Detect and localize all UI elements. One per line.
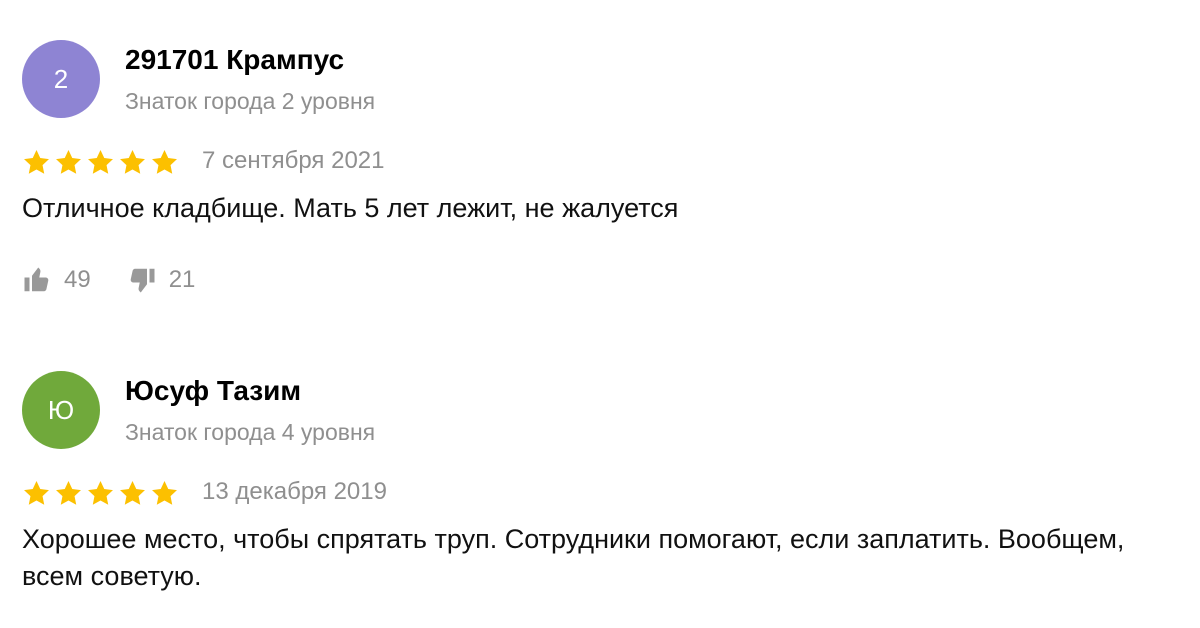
review-card: Ю Юсуф Тазим Знаток города 4 уровня 13 д… (22, 371, 1182, 595)
star-icon (152, 480, 177, 505)
review-card: 2 291701 Крампус Знаток города 2 уровня … (22, 40, 1182, 297)
author-level: Знаток города 4 уровня (125, 419, 376, 445)
thumbs-up-icon (24, 267, 49, 292)
review-date: 7 сентября 2021 (202, 147, 385, 174)
like-button[interactable]: 49 (22, 265, 91, 295)
review-text: Хорошее место, чтобы спрятать труп. Сотр… (22, 524, 1125, 591)
review-header: 2 291701 Крампус Знаток города 2 уровня (22, 40, 1182, 120)
rating-stars (22, 148, 179, 175)
review-meta: 13 декабря 2019 (22, 477, 1182, 507)
author-name[interactable]: 291701 Крампус (125, 42, 375, 78)
rating-stars (22, 479, 179, 506)
like-count: 49 (64, 266, 91, 293)
star-icon (24, 480, 49, 505)
review-reactions: 49 21 (22, 263, 1182, 297)
thumbs-down-icon (130, 268, 155, 293)
star-icon (24, 149, 49, 174)
star-icon (88, 149, 113, 174)
star-icon (56, 149, 81, 174)
author-info: 291701 Крампус Знаток города 2 уровня (125, 40, 375, 116)
star-icon (152, 149, 177, 174)
review-text: Отличное кладбище. Мать 5 лет лежит, не … (22, 193, 679, 223)
dislike-count: 21 (168, 266, 196, 293)
review-meta: 7 сентября 2021 (22, 146, 1182, 176)
avatar[interactable]: 2 (22, 40, 100, 118)
review-header: Ю Юсуф Тазим Знаток города 4 уровня (22, 371, 1182, 451)
author-info: Юсуф Тазим Знаток города 4 уровня (125, 371, 375, 447)
star-icon (120, 149, 145, 174)
star-icon (88, 480, 113, 505)
star-icon (56, 480, 81, 505)
avatar[interactable]: Ю (22, 371, 100, 449)
star-icon (120, 480, 145, 505)
author-name[interactable]: Юсуф Тазим (125, 373, 375, 409)
dislike-button[interactable]: 21 (127, 265, 196, 295)
author-level: Знаток города 2 уровня (125, 88, 376, 114)
reviews-list: 2 291701 Крампус Знаток города 2 уровня … (0, 0, 1200, 628)
review-date: 13 декабря 2019 (202, 478, 387, 505)
